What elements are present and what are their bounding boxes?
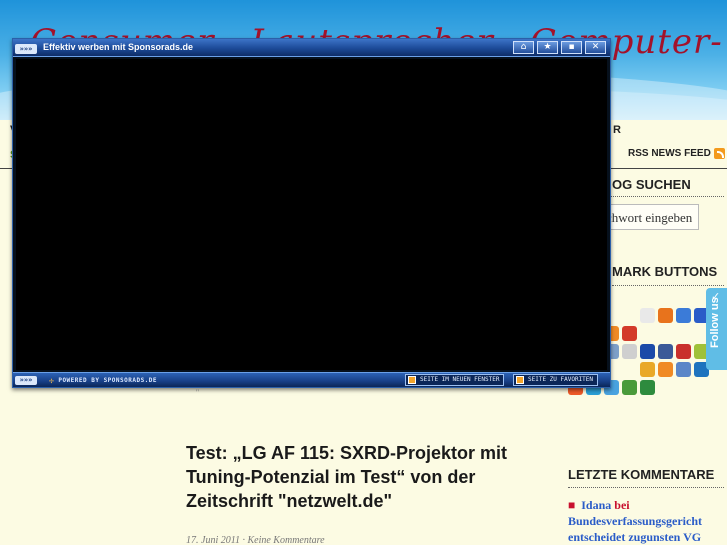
star-icon[interactable]: ★ <box>537 41 558 54</box>
search-heading: OG SUCHEN <box>612 177 691 192</box>
post-title[interactable]: Test: „LG AF 115: SXRD-Projektor mit Tun… <box>186 441 516 513</box>
follow-us-label: Follow us <box>709 297 721 348</box>
close-icon[interactable]: ✕ <box>585 41 606 54</box>
bookmark-button-icon[interactable] <box>622 326 637 341</box>
minimize-icon[interactable]: ▪ <box>561 41 582 54</box>
small-mark: '' <box>196 388 199 397</box>
bookmark-button-icon[interactable] <box>676 344 691 359</box>
bookmark-button-icon[interactable] <box>640 344 655 359</box>
divider <box>600 196 724 197</box>
add-favorites-button[interactable]: SEITE ZU FAVORITEN <box>513 374 599 386</box>
rss-label: RSS NEWS FEED <box>628 148 711 159</box>
post-meta: 17. Juni 2011 · Keine Kommentare <box>186 535 325 545</box>
sponsor-overlay: »»» Effektiv werben mit Sponsorads.de ⌂ … <box>12 38 611 388</box>
open-new-window-button[interactable]: SEITE IM NEUEN FENSTER <box>405 374 505 386</box>
bookmark-button-icon[interactable] <box>622 380 637 395</box>
nav-item[interactable]: R <box>613 124 621 136</box>
overlay-title: Effektiv werben mit Sponsorads.de <box>43 42 194 52</box>
search-input[interactable]: chwort eingeben <box>600 204 699 230</box>
favorites-icon <box>516 376 524 384</box>
home-icon[interactable]: ⌂ <box>513 41 534 54</box>
bookmark-heading: MARK BUTTONS <box>612 264 718 279</box>
comment-author[interactable]: Idana <box>581 498 611 512</box>
overlay-content[interactable] <box>16 59 607 370</box>
powered-by-label: POWERED BY SPONSORADS.DE <box>58 377 158 384</box>
sponsor-logo-icon: ✢ <box>49 376 55 385</box>
divider <box>612 285 724 286</box>
bullet-icon: ■ <box>568 498 576 512</box>
rss-icon <box>713 148 725 159</box>
rss-feed-link[interactable]: RSS NEWS FEED <box>628 148 725 159</box>
overlay-footer: »»» ✢ POWERED BY SPONSORADS.DE SEITE IM … <box>13 372 610 387</box>
bookmark-button-icon[interactable] <box>676 308 691 323</box>
bookmark-button-icon[interactable] <box>658 308 673 323</box>
bookmark-button-icon[interactable] <box>658 344 673 359</box>
open-new-window-label: SEITE IM NEUEN FENSTER <box>420 376 500 383</box>
bookmark-button-icon[interactable] <box>640 362 655 377</box>
comment-post-link[interactable]: Bundesverfassungsgericht entscheidet zug… <box>568 514 702 544</box>
arrows-icon: »»» <box>15 376 37 385</box>
bookmark-button-icon[interactable] <box>622 344 637 359</box>
arrows-icon: »»» <box>15 44 37 54</box>
window-icon <box>408 376 416 384</box>
bookmark-button-icon[interactable] <box>676 362 691 377</box>
recent-comments-heading: LETZTE KOMMENTARE <box>568 467 715 482</box>
add-favorites-label: SEITE ZU FAVORITEN <box>528 376 594 383</box>
divider <box>568 487 724 488</box>
follow-us-tab[interactable]: ✓ Follow us <box>706 288 727 370</box>
overlay-titlebar: »»» Effektiv werben mit Sponsorads.de ⌂ … <box>13 39 610 57</box>
powered-by: ✢ POWERED BY SPONSORADS.DE <box>49 376 157 385</box>
bookmark-button-icon[interactable] <box>658 362 673 377</box>
overlay-controls: ⌂ ★ ▪ ✕ <box>513 41 606 54</box>
recent-comment-item: ■ Idana bei Bundesverfassungsgericht ents… <box>568 497 723 545</box>
bookmark-button-icon[interactable] <box>640 380 655 395</box>
bookmark-button-icon[interactable] <box>640 308 655 323</box>
comment-connector: bei <box>614 498 630 512</box>
